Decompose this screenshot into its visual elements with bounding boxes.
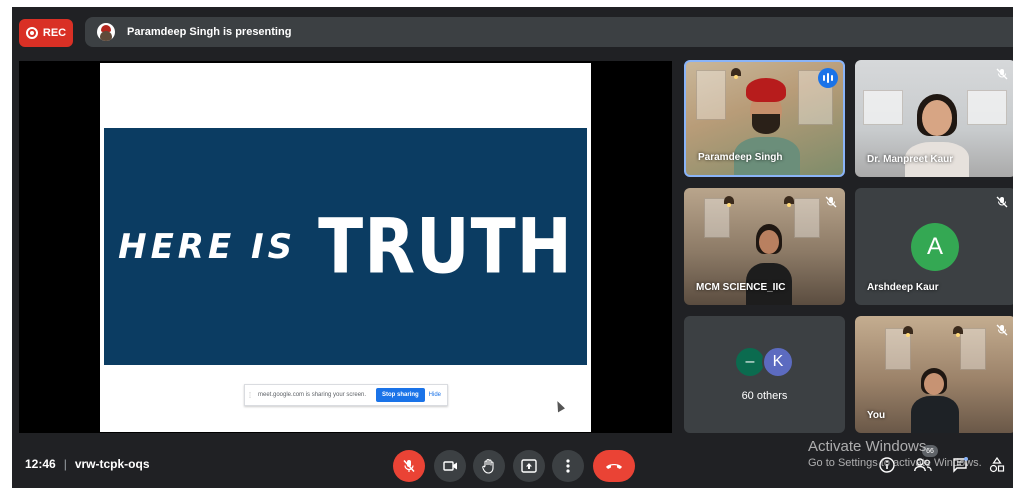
record-icon bbox=[25, 27, 38, 39]
rec-label: REC bbox=[42, 27, 67, 39]
mic-off-icon bbox=[994, 66, 1010, 82]
participant-name: MCM SCIENCE_IIC bbox=[696, 282, 786, 293]
microphone-button[interactable] bbox=[393, 450, 425, 482]
participant-tile-manpreet[interactable]: Dr. Manpreet Kaur bbox=[855, 60, 1013, 177]
hand-icon bbox=[482, 458, 494, 474]
participant-avatar: A bbox=[911, 223, 959, 271]
separator: | bbox=[63, 457, 67, 471]
background-window bbox=[794, 198, 820, 238]
share-message: meet.google.com is sharing your screen. bbox=[258, 392, 367, 398]
camera-button[interactable] bbox=[434, 450, 466, 482]
drag-handle-icon[interactable]: ⁞ bbox=[245, 391, 255, 400]
present-now-button[interactable] bbox=[513, 450, 545, 482]
raise-hand-button[interactable] bbox=[473, 450, 505, 482]
other-avatar: K bbox=[762, 346, 794, 378]
lamp-icon bbox=[953, 326, 963, 337]
lamp-icon bbox=[731, 68, 741, 79]
slide-banner: HERE IS TRUTH bbox=[104, 128, 587, 365]
others-avatars: – K bbox=[734, 346, 794, 378]
speaking-indicator-icon bbox=[818, 68, 838, 88]
mic-off-icon bbox=[994, 194, 1010, 210]
call-end-icon bbox=[606, 464, 622, 469]
background-window bbox=[863, 90, 903, 125]
background-window bbox=[696, 70, 726, 120]
watermark-title: Activate Windows bbox=[808, 438, 927, 455]
slide-text-small: HERE IS bbox=[118, 226, 297, 267]
participant-name: You bbox=[867, 410, 886, 421]
clock-time: 12:46 bbox=[25, 457, 56, 471]
meeting-details: 12:46 | vrw-tcpk-oqs bbox=[25, 457, 150, 471]
presenting-banner: Paramdeep Singh is presenting bbox=[85, 17, 1013, 47]
participant-name: Dr. Manpreet Kaur bbox=[867, 154, 954, 165]
activate-windows-watermark: Activate Windows Go to Settings to activ… bbox=[808, 438, 982, 469]
meeting-code[interactable]: vrw-tcpk-oqs bbox=[75, 457, 150, 471]
participant-tile-mcm-science[interactable]: MCM SCIENCE_IIC bbox=[684, 188, 845, 305]
participant-tile-paramdeep[interactable]: Paramdeep Singh bbox=[684, 60, 845, 177]
participant-name: Paramdeep Singh bbox=[698, 152, 783, 163]
shapes-icon bbox=[989, 457, 1005, 473]
presenter-avatar bbox=[97, 23, 115, 41]
lamp-icon bbox=[724, 196, 734, 207]
activities-button[interactable] bbox=[987, 455, 1007, 475]
lamp-icon bbox=[784, 196, 794, 207]
screen-share-bar: ⁞ meet.google.com is sharing your screen… bbox=[244, 384, 448, 406]
videocam-icon bbox=[442, 461, 457, 471]
slide-text-large: TRUTH bbox=[318, 202, 573, 291]
background-window bbox=[967, 90, 1007, 125]
more-options-button[interactable] bbox=[552, 450, 584, 482]
others-label: 60 others bbox=[741, 390, 788, 402]
stop-sharing-button[interactable]: Stop sharing bbox=[375, 388, 425, 402]
mic-off-icon bbox=[994, 322, 1010, 338]
self-view-tile[interactable]: You bbox=[855, 316, 1013, 433]
watermark-subtitle: Go to Settings to activate Windows. bbox=[808, 457, 982, 469]
hide-button[interactable]: Hide bbox=[429, 392, 441, 398]
recording-indicator[interactable]: REC bbox=[19, 19, 73, 47]
mic-off-icon bbox=[823, 194, 839, 210]
more-vert-icon bbox=[566, 459, 570, 473]
mic-off-icon bbox=[403, 459, 415, 473]
lamp-icon bbox=[903, 326, 913, 337]
leave-call-button[interactable] bbox=[593, 450, 635, 482]
presenting-text: Paramdeep Singh is presenting bbox=[127, 26, 292, 38]
present-icon bbox=[521, 459, 537, 473]
participant-name: Arshdeep Kaur bbox=[867, 282, 939, 293]
background-window bbox=[960, 328, 986, 370]
